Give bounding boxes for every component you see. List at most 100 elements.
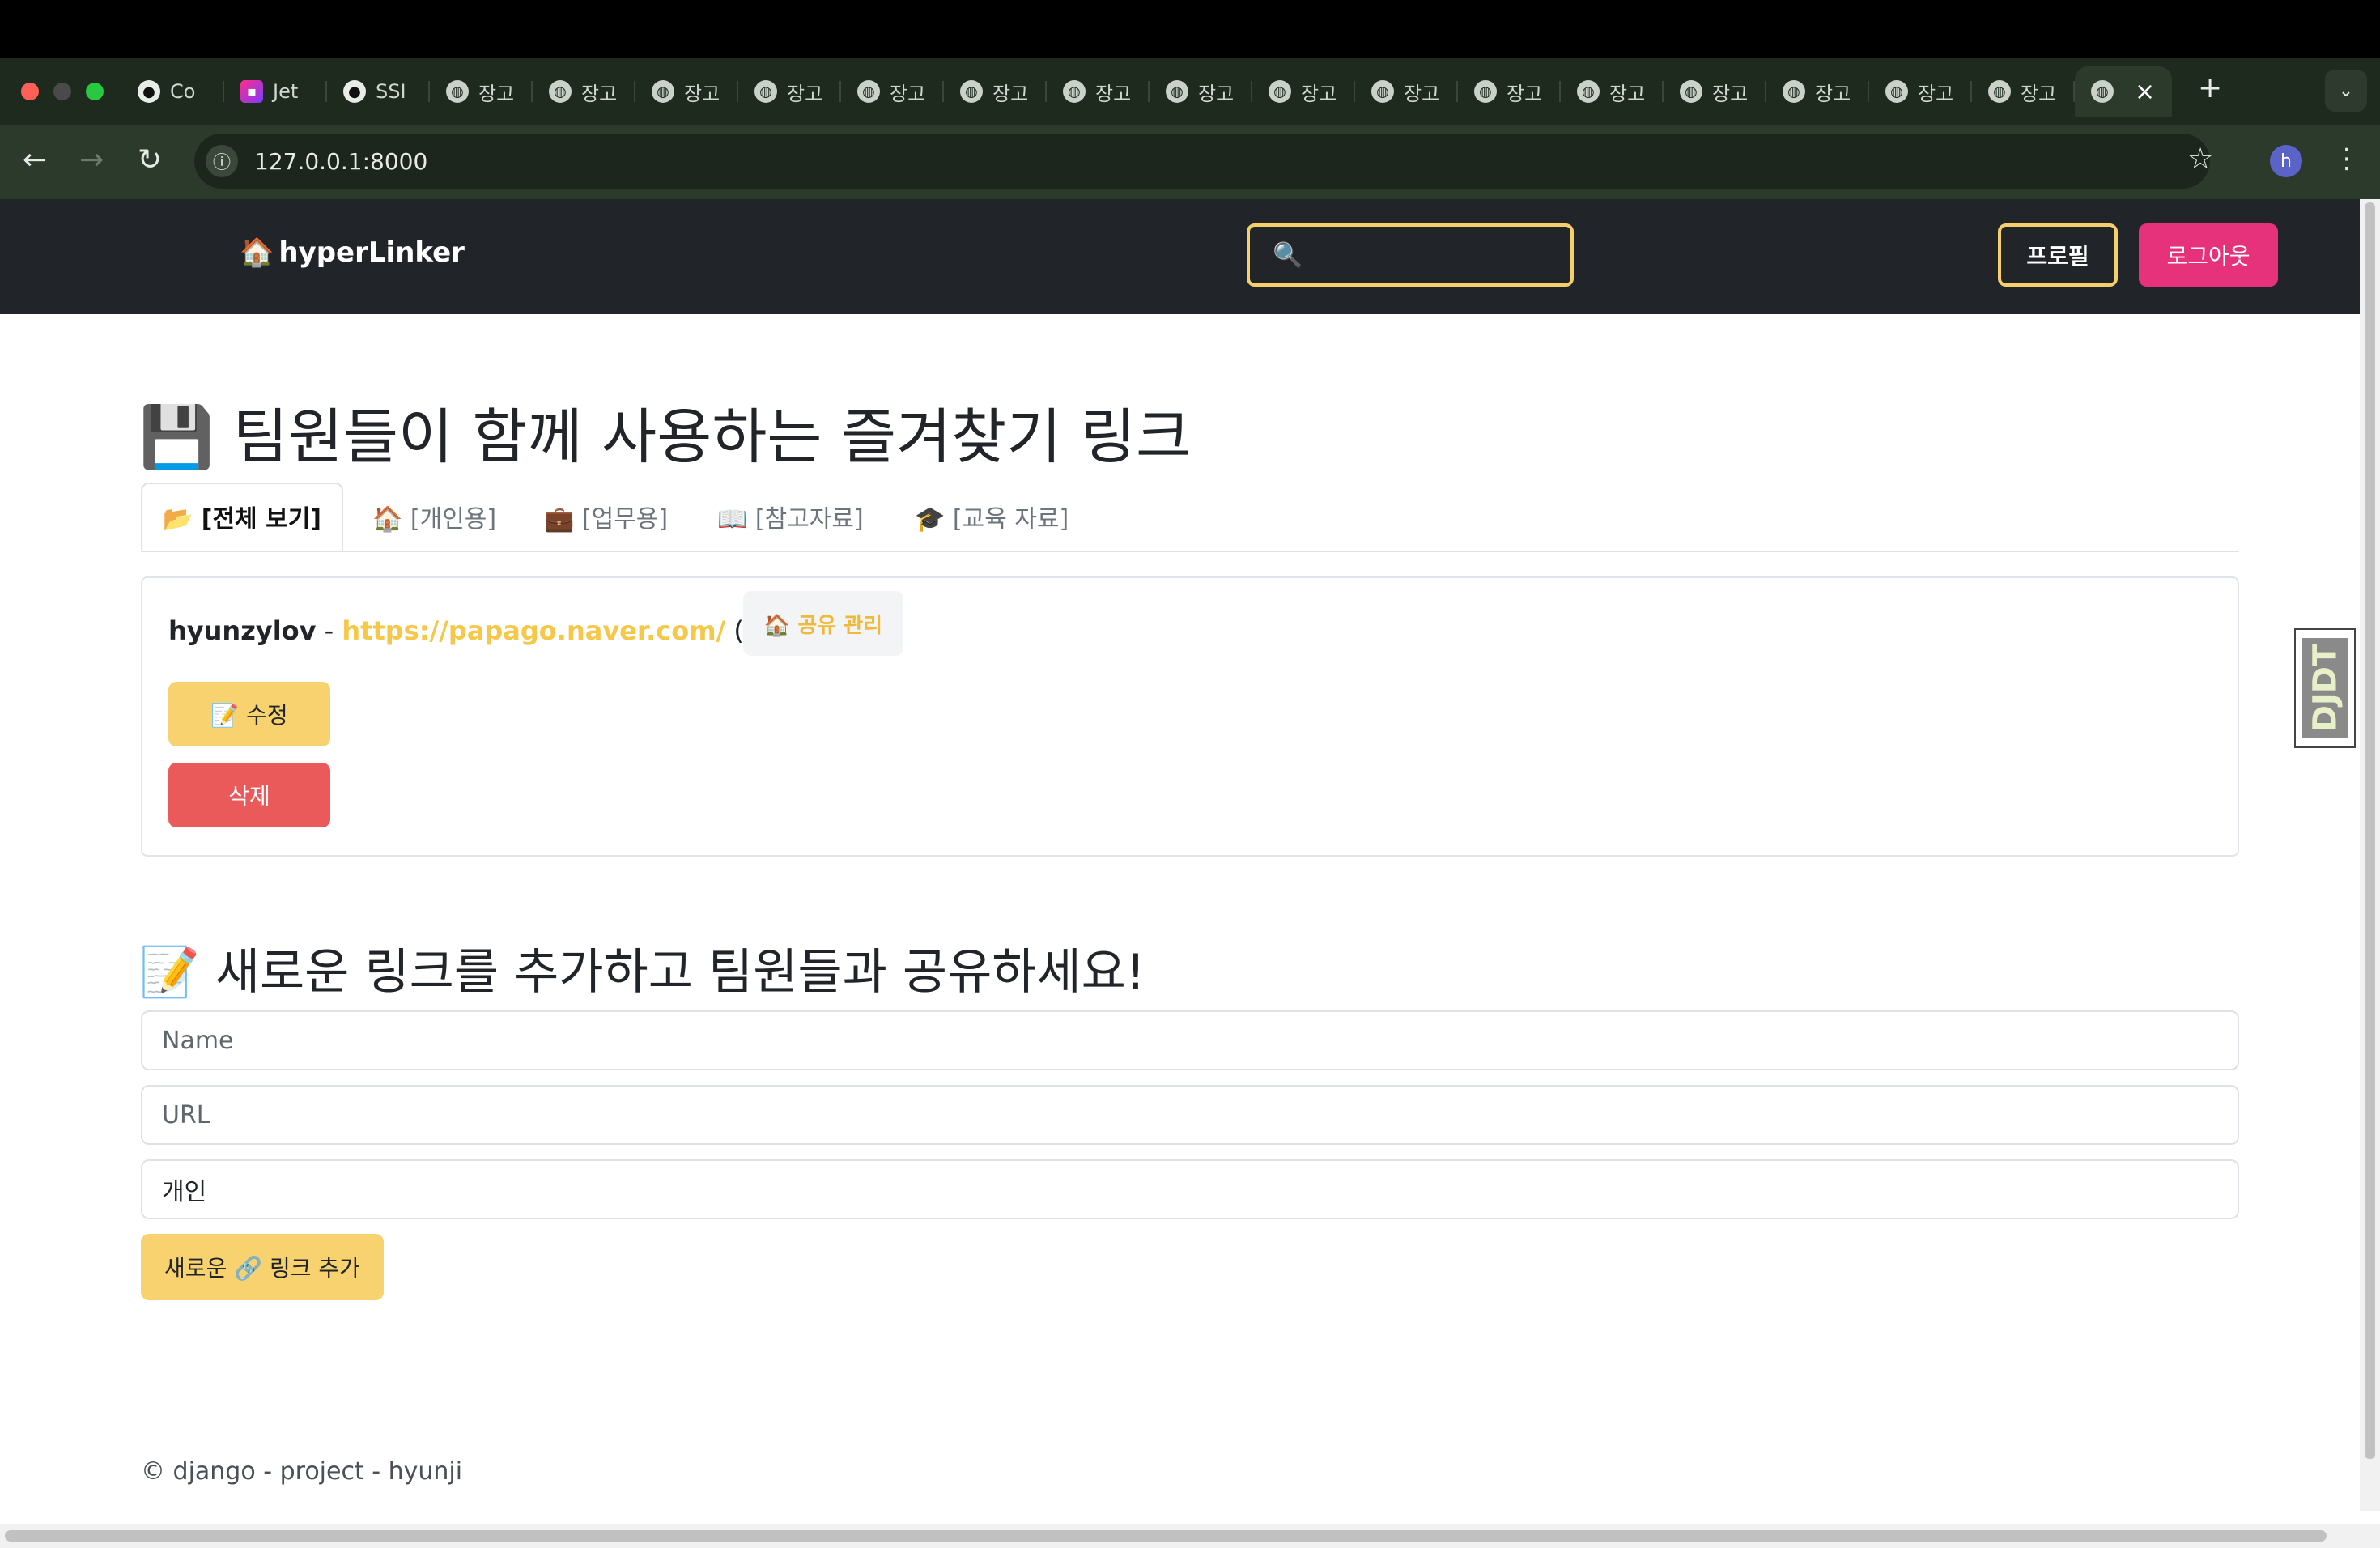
browser-tab[interactable]: ◍ 장고 <box>1664 66 1766 117</box>
back-button[interactable]: ← <box>23 142 47 178</box>
address-bar[interactable]: ⓘ 127.0.0.1:8000 <box>194 134 2210 189</box>
arrow-right-icon: → <box>79 143 104 176</box>
chevron-down-icon: ⌄ <box>2338 80 2354 101</box>
globe-icon: ◍ <box>1988 80 2011 103</box>
brand-link[interactable]: 🏠 hyperLinker <box>240 236 465 269</box>
browser-tab[interactable]: ◍ 장고 <box>1150 66 1252 117</box>
share-manage-button[interactable]: 🏠 공유 관리 <box>743 591 903 656</box>
vertical-scrollbar[interactable] <box>2360 199 2380 1511</box>
reload-icon: ↻ <box>138 143 163 176</box>
browser-tab[interactable]: ◍ 장고 <box>944 66 1047 117</box>
forward-button[interactable]: → <box>79 142 104 178</box>
browser-tab[interactable]: ◍ 장고 <box>1047 66 1150 117</box>
github-icon: ● <box>138 80 160 103</box>
tab-personal[interactable]: 🏠 [개인용] <box>372 483 496 551</box>
maximize-window-button[interactable] <box>86 83 104 100</box>
close-window-button[interactable] <box>21 83 39 100</box>
browser-tab-label: 장고 <box>890 82 926 105</box>
delete-button[interactable]: 삭제 <box>168 763 330 827</box>
link-separator: - <box>316 615 342 646</box>
browser-tab[interactable]: ◍ 장고 <box>1766 66 1869 117</box>
jetbrains-icon: ▪ <box>240 80 263 103</box>
browser-tab[interactable]: ◍ 장고 <box>635 66 738 117</box>
browser-tab-label: Co <box>170 80 196 103</box>
category-select-value: 개인 <box>162 1178 207 1206</box>
browser-tab-active[interactable]: ◍ × <box>2075 66 2172 117</box>
logout-button[interactable]: 로그아웃 <box>2139 223 2278 287</box>
category-select[interactable]: 개인 <box>141 1159 2239 1219</box>
globe-icon: ◍ <box>754 80 777 103</box>
tab-search-button[interactable]: ⌄ <box>2325 70 2367 112</box>
browser-tab[interactable]: ● SSI <box>327 66 430 117</box>
browser-tab-label: 장고 <box>478 82 515 105</box>
link-item: hyunzylov - https://papago.naver.com/ (w… <box>168 615 817 646</box>
browser-tab[interactable]: ◍ 장고 <box>430 66 533 117</box>
debug-toolbar-handle[interactable]: DJDT <box>2294 628 2356 748</box>
tab-work[interactable]: 💼 [업무용] <box>544 483 668 551</box>
browser-menu-icon[interactable]: ⋮ <box>2333 142 2361 175</box>
browser-tab-label: 장고 <box>992 82 1029 105</box>
tab-education[interactable]: 🎓 [교육 자료] <box>915 483 1069 551</box>
browser-tab[interactable]: ◍ 장고 <box>1252 66 1355 117</box>
globe-icon: ◍ <box>960 80 983 103</box>
bookmark-star-icon[interactable]: ☆ <box>2187 142 2213 176</box>
reload-button[interactable]: ↻ <box>138 142 162 178</box>
minimize-window-button[interactable] <box>53 83 71 100</box>
browser-tab-label: SSI <box>376 80 406 103</box>
browser-tab[interactable]: ◍ 장고 <box>1561 66 1664 117</box>
browser-tab[interactable]: ● Co <box>121 66 224 117</box>
browser-tab[interactable]: ◍ 장고 <box>738 66 841 117</box>
browser-tab-label: 장고 <box>787 82 823 105</box>
browser-tab-label: Jet <box>273 80 299 103</box>
globe-icon: ◍ <box>857 80 880 103</box>
search-input[interactable]: 🔍 <box>1247 223 1574 287</box>
vertical-scrollbar-thumb[interactable] <box>2365 202 2375 1459</box>
add-link-button[interactable]: 새로운 🔗 링크 추가 <box>141 1234 384 1300</box>
new-tab-button[interactable]: + <box>2198 71 2222 104</box>
globe-icon: ◍ <box>1680 80 1702 103</box>
screen-top-bar <box>0 0 2380 58</box>
home-icon: 🏠 <box>240 236 274 269</box>
tab-reference[interactable]: 📖 [참고자료] <box>717 483 864 551</box>
url-field[interactable] <box>141 1085 2239 1145</box>
globe-icon: ◍ <box>1371 80 1394 103</box>
name-field[interactable] <box>141 1010 2239 1070</box>
browser-tab-label: 장고 <box>1712 82 1749 105</box>
github-icon: ● <box>343 80 366 103</box>
browser-tab[interactable]: ◍ 장고 <box>1458 66 1561 117</box>
browser-tab-label: 장고 <box>1301 82 1337 105</box>
close-tab-icon[interactable]: × <box>2135 78 2155 106</box>
browser-tab[interactable]: ▪ Jet <box>224 66 327 117</box>
browser-tab[interactable]: ◍ 장고 <box>841 66 944 117</box>
profile-button[interactable]: 프로필 <box>1998 223 2118 287</box>
footer-text: © django - project - hyunji <box>141 1457 463 1486</box>
browser-tab-label: 장고 <box>1507 82 1543 105</box>
link-url[interactable]: https://papago.naver.com/ <box>342 615 725 646</box>
brand-name: hyperLinker <box>278 236 465 269</box>
site-info-icon[interactable]: ⓘ <box>206 145 238 177</box>
browser-tab-label: 장고 <box>1095 82 1132 105</box>
browser-tabs: ● Co ▪ Jet ● SSI ◍ 장고 ◍ 장고 ◍ 장고 ◍ 장고 ◍ 장고 ◍ 장고 ◍ 장고 ◍ 장고 ◍ 장고 ◍ 장… <box>121 66 2172 117</box>
browser-tab[interactable]: ◍ 장고 <box>533 66 635 117</box>
browser-profile-avatar[interactable]: h <box>2270 145 2302 177</box>
browser-tab[interactable]: ◍ 장고 <box>1869 66 1972 117</box>
globe-icon: ◍ <box>1063 80 1086 103</box>
globe-icon: ◍ <box>1166 80 1188 103</box>
browser-tab[interactable]: ◍ 장고 <box>1972 66 2075 117</box>
horizontal-scrollbar[interactable] <box>0 1524 2380 1548</box>
globe-icon: ◍ <box>446 80 469 103</box>
link-owner: hyunzylov <box>168 615 317 646</box>
browser-tab[interactable]: ◍ 장고 <box>1355 66 1458 117</box>
browser-tab-label: 장고 <box>581 82 618 105</box>
address-url[interactable]: 127.0.0.1:8000 <box>254 148 427 175</box>
tab-all[interactable]: 📂 [전체 보기] <box>141 483 343 551</box>
browser-tab-label: 장고 <box>1404 82 1440 105</box>
browser-tab-label: 장고 <box>1198 82 1235 105</box>
form-title: 📝 새로운 링크를 추가하고 팀원들과 공유하세요! <box>139 944 1145 1001</box>
globe-icon: ◍ <box>1269 80 1291 103</box>
horizontal-scrollbar-thumb[interactable] <box>5 1530 2327 1542</box>
globe-icon: ◍ <box>652 80 674 103</box>
globe-icon: ◍ <box>549 80 572 103</box>
globe-icon: ◍ <box>1885 80 1908 103</box>
edit-button[interactable]: 📝 수정 <box>168 682 330 746</box>
